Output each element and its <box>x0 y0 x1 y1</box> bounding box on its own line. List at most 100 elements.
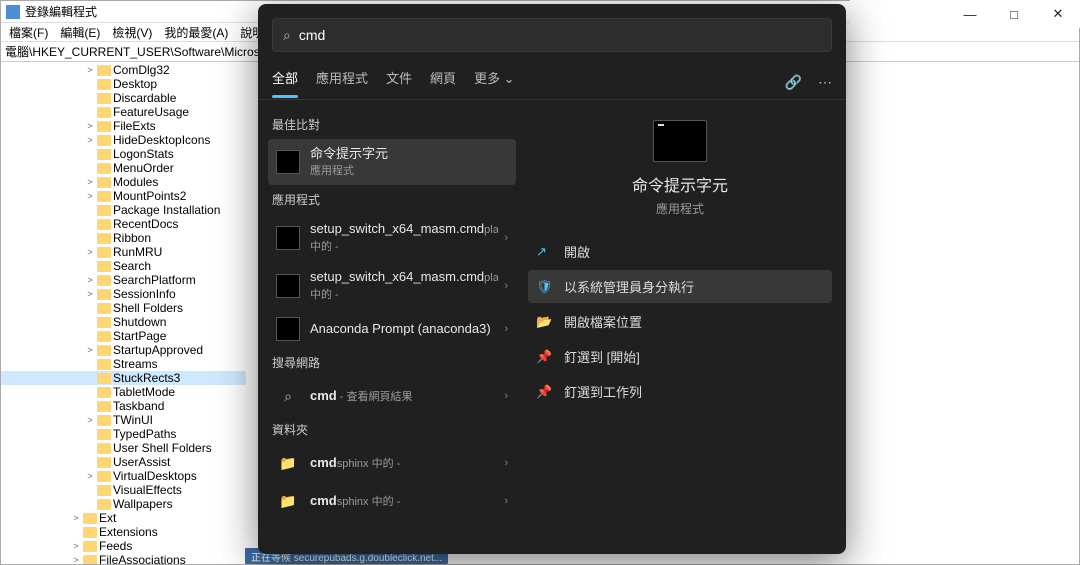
tree-node[interactable]: > FileAssociations <box>1 553 246 564</box>
result-title: 命令提示字元 <box>310 146 508 162</box>
expand-icon[interactable]: > <box>85 273 95 287</box>
menu-item[interactable]: 我的最愛(A) <box>158 23 234 42</box>
tree-node[interactable]: MenuOrder <box>1 161 246 175</box>
expand-icon[interactable]: > <box>85 413 95 427</box>
more-icon[interactable]: ⋯ <box>818 74 832 91</box>
cmd-icon <box>276 317 300 341</box>
tree-node[interactable]: StuckRects3 <box>1 371 246 385</box>
tree-label: LogonStats <box>113 147 174 161</box>
folder-icon <box>97 134 111 146</box>
tree-label: FileAssociations <box>99 553 186 564</box>
expand-icon[interactable]: > <box>85 175 95 189</box>
expand-icon[interactable]: > <box>85 189 95 203</box>
search-box[interactable]: ⌕ <box>272 18 832 52</box>
result-app[interactable]: setup_switch_x64_masm.cmdplatform 中的 -› <box>268 262 516 310</box>
tree-node[interactable]: Taskband <box>1 399 246 413</box>
menu-item[interactable]: 編輯(E) <box>54 23 106 42</box>
tree-node[interactable]: >FileExts <box>1 119 246 133</box>
search-tab[interactable]: 全部 <box>272 68 298 97</box>
folder-icon <box>97 260 111 272</box>
expand-icon[interactable]: > <box>85 245 95 259</box>
folder-icon <box>97 456 111 468</box>
folder-icon <box>97 498 111 510</box>
detail-action[interactable]: ↗開啟 <box>528 235 832 268</box>
detail-action[interactable]: 🛡以系統管理員身分執行 <box>528 270 832 303</box>
result-folder[interactable]: 📁cmdsphinx 中的 -› <box>268 444 516 482</box>
tree-node[interactable]: >Modules <box>1 175 246 189</box>
tree-node[interactable]: Package Installation <box>1 203 246 217</box>
result-best-match[interactable]: 命令提示字元 應用程式 <box>268 139 516 185</box>
tree-node[interactable]: >RunMRU <box>1 245 246 259</box>
detail-action[interactable]: 📂開啟檔案位置 <box>528 305 832 338</box>
result-title: cmdsphinx 中的 - <box>310 455 400 470</box>
tree-node[interactable]: >ComDlg32 <box>1 63 246 77</box>
tree-node[interactable]: TabletMode <box>1 385 246 399</box>
tree-label: Taskband <box>113 399 164 413</box>
search-tab[interactable]: 文件 <box>386 68 412 97</box>
detail-thumbnail <box>653 120 707 162</box>
tree-label: Package Installation <box>113 203 220 217</box>
expand-icon[interactable]: > <box>85 469 95 483</box>
expand-icon[interactable]: > <box>85 63 95 77</box>
expand-icon[interactable]: > <box>71 511 81 525</box>
tree-node[interactable]: >MountPoints2 <box>1 189 246 203</box>
expand-icon[interactable]: > <box>85 287 95 301</box>
search-tab[interactable]: 網頁 <box>430 68 456 97</box>
result-web[interactable]: ⌕ cmd - 查看網頁結果 › <box>268 377 516 415</box>
detail-action[interactable]: 📌釘選到 [開始] <box>528 340 832 373</box>
folder-icon <box>97 386 111 398</box>
tree-node[interactable]: Desktop <box>1 77 246 91</box>
search-tab[interactable]: 更多 ⌄ <box>474 68 515 97</box>
tree-node[interactable]: Shell Folders <box>1 301 246 315</box>
expand-icon[interactable]: > <box>71 539 81 553</box>
tree-label: Ribbon <box>113 231 151 245</box>
search-input[interactable] <box>299 27 821 43</box>
folder-icon <box>97 414 111 426</box>
tree-node[interactable]: StartPage <box>1 329 246 343</box>
tree-node[interactable]: RecentDocs <box>1 217 246 231</box>
regedit-tree[interactable]: >ComDlg32DesktopDiscardableFeatureUsage>… <box>1 63 246 564</box>
result-app[interactable]: setup_switch_x64_masm.cmdplatform 中的 -› <box>268 214 516 262</box>
tree-node[interactable]: UserAssist <box>1 455 246 469</box>
menu-item[interactable]: 檔案(F) <box>3 23 54 42</box>
chevron-right-icon: › <box>504 495 508 507</box>
tree-node[interactable]: >Feeds <box>1 539 246 553</box>
tree-node[interactable]: Shutdown <box>1 315 246 329</box>
tree-node[interactable]: TypedPaths <box>1 427 246 441</box>
menu-item[interactable]: 檢視(V) <box>106 23 158 42</box>
result-title: cmd <box>310 388 337 403</box>
folder-icon <box>97 316 111 328</box>
expand-icon[interactable]: > <box>85 119 95 133</box>
folder-icon <box>97 344 111 356</box>
result-app[interactable]: Anaconda Prompt (anaconda3)› <box>268 310 516 348</box>
tree-label: Desktop <box>113 77 157 91</box>
tree-node[interactable]: Ribbon <box>1 231 246 245</box>
tree-node[interactable]: Wallpapers <box>1 497 246 511</box>
tree-node[interactable]: Streams <box>1 357 246 371</box>
tree-node[interactable]: >SessionInfo <box>1 287 246 301</box>
tree-node[interactable]: Search <box>1 259 246 273</box>
tree-node[interactable]: >Ext <box>1 511 246 525</box>
minimize-button[interactable]: — <box>948 7 992 22</box>
search-tab[interactable]: 應用程式 <box>316 68 368 97</box>
link-icon[interactable]: 🔗 <box>785 74 802 91</box>
tree-node[interactable]: Discardable <box>1 91 246 105</box>
close-button[interactable]: ✕ <box>1036 6 1080 22</box>
result-folder[interactable]: 📁cmdsphinx 中的 -› <box>268 482 516 520</box>
action-icon: 📂 <box>536 314 554 330</box>
expand-icon[interactable]: > <box>85 133 95 147</box>
tree-node[interactable]: >SearchPlatform <box>1 273 246 287</box>
tree-node[interactable]: User Shell Folders <box>1 441 246 455</box>
tree-node[interactable]: LogonStats <box>1 147 246 161</box>
tree-node[interactable]: >HideDesktopIcons <box>1 133 246 147</box>
tree-node[interactable]: Extensions <box>1 525 246 539</box>
detail-action[interactable]: 📌釘選到工作列 <box>528 375 832 408</box>
tree-node[interactable]: VisualEffects <box>1 483 246 497</box>
tree-node[interactable]: >StartupApproved <box>1 343 246 357</box>
expand-icon[interactable]: > <box>71 553 81 564</box>
expand-icon[interactable]: > <box>85 343 95 357</box>
maximize-button[interactable]: □ <box>992 7 1036 22</box>
tree-node[interactable]: >TWinUI <box>1 413 246 427</box>
tree-node[interactable]: >VirtualDesktops <box>1 469 246 483</box>
tree-node[interactable]: FeatureUsage <box>1 105 246 119</box>
